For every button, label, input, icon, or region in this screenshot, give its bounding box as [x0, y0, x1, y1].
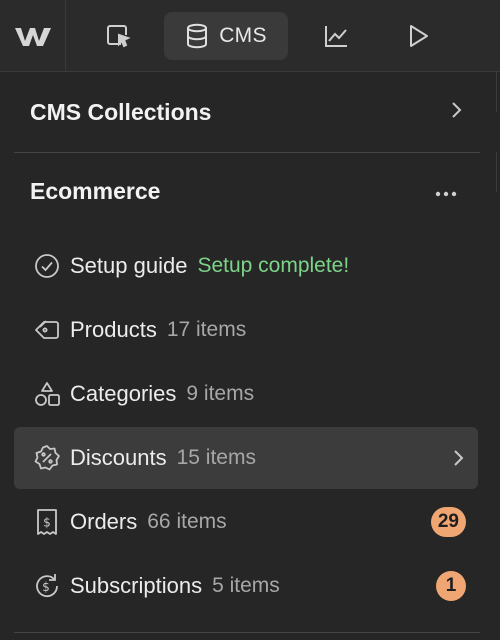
shapes-icon — [32, 379, 62, 409]
subscription-icon: $ — [32, 571, 62, 601]
item-count: 9 items — [186, 382, 255, 405]
database-icon — [185, 23, 209, 49]
cms-tab-label: CMS — [219, 24, 267, 47]
cms-tab-button[interactable]: CMS — [164, 12, 288, 60]
item-name: Products — [70, 317, 157, 342]
panel-edge — [496, 72, 497, 112]
section-title: Ecommerce — [30, 178, 161, 204]
item-count: 66 items — [147, 510, 227, 533]
item-count: 5 items — [212, 574, 280, 597]
play-preview-icon — [406, 23, 430, 49]
list-item-setup-guide[interactable]: Setup guide Setup complete! — [14, 235, 478, 297]
receipt-icon: $ — [32, 507, 62, 537]
item-name: Setup guide — [70, 253, 188, 278]
item-count: 17 items — [166, 318, 247, 341]
item-name: Subscriptions — [70, 573, 203, 598]
more-horizontal-icon — [434, 185, 458, 203]
webflow-logo-icon[interactable] — [0, 0, 66, 72]
chevron-right-icon — [450, 427, 466, 489]
list-item-products[interactable]: Products 17 items — [14, 299, 478, 361]
item-name: Orders — [70, 509, 138, 534]
analytics-chart-icon — [322, 22, 350, 50]
select-cursor-icon — [104, 22, 132, 50]
cms-panel: CMS Collections Ecommerce Setup guide Se… — [0, 72, 500, 640]
analytics-button[interactable] — [314, 12, 358, 60]
list-item-subscriptions[interactable]: $ Subscriptions 5 items 1 — [14, 555, 478, 617]
more-options-button[interactable] — [430, 180, 462, 208]
svg-text:$: $ — [43, 516, 51, 530]
cms-collections-row[interactable]: CMS Collections — [14, 82, 480, 142]
check-circle-icon — [32, 251, 62, 281]
divider — [14, 632, 480, 633]
select-tool-button[interactable] — [96, 12, 140, 60]
notification-badge: 29 — [430, 507, 466, 537]
list-item-discounts[interactable]: Discounts 15 items — [14, 427, 478, 489]
item-status: Setup complete! — [197, 254, 350, 277]
cms-collections-label: CMS Collections — [30, 98, 212, 125]
list-item-categories[interactable]: Categories 9 items — [14, 363, 478, 425]
top-toolbar: CMS — [0, 0, 500, 72]
panel-edge — [496, 152, 497, 192]
svg-text:$: $ — [42, 580, 50, 594]
list-item-orders[interactable]: $ Orders 66 items 29 — [14, 491, 478, 553]
notification-badge: 1 — [436, 571, 466, 601]
divider — [14, 152, 480, 153]
tag-icon — [32, 315, 62, 345]
preview-button[interactable] — [396, 12, 440, 60]
item-name: Categories — [70, 381, 177, 406]
discount-badge-icon — [32, 443, 62, 473]
item-name: Discounts — [70, 445, 167, 470]
item-count: 15 items — [176, 446, 256, 469]
chevron-right-icon — [448, 100, 464, 125]
